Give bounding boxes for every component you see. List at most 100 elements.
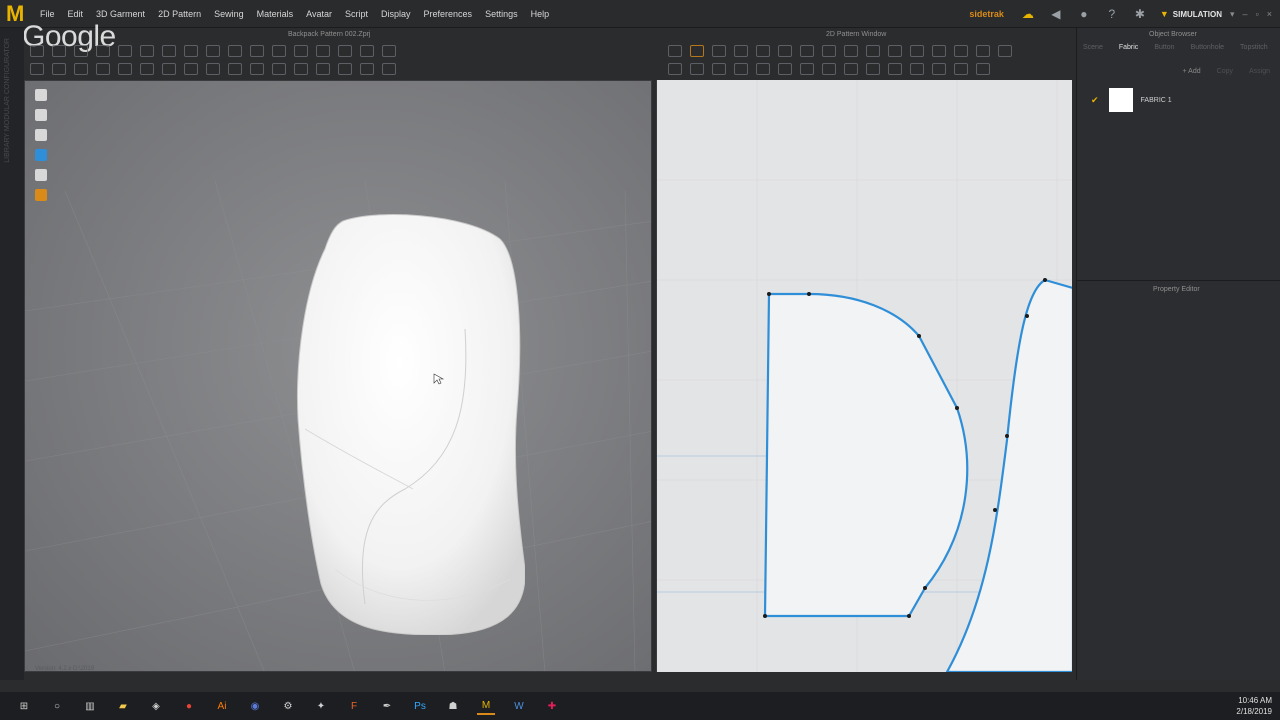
pin-icon[interactable] bbox=[96, 45, 110, 57]
menu-preferences[interactable]: Preferences bbox=[424, 9, 473, 19]
topstitch-icon[interactable] bbox=[778, 63, 792, 75]
seam-icon[interactable] bbox=[316, 63, 330, 75]
graphic-pattern-icon[interactable] bbox=[844, 63, 858, 75]
webex-icon[interactable]: W bbox=[510, 697, 528, 715]
menu-3d-garment[interactable]: 3D Garment bbox=[96, 9, 145, 19]
dart-icon[interactable] bbox=[272, 63, 286, 75]
curvature-icon[interactable] bbox=[756, 45, 770, 57]
puckering-icon[interactable] bbox=[294, 45, 308, 57]
tab-button[interactable]: Button bbox=[1154, 44, 1174, 51]
circle-icon[interactable] bbox=[206, 63, 220, 75]
body-view-icon[interactable] bbox=[35, 129, 47, 141]
avatar-view-icon[interactable] bbox=[35, 89, 47, 101]
rectangle-icon[interactable] bbox=[800, 45, 814, 57]
steam-icon[interactable] bbox=[140, 45, 154, 57]
app-icon-blue[interactable]: ◉ bbox=[246, 697, 264, 715]
pleat-icon[interactable] bbox=[888, 63, 902, 75]
polygon-icon[interactable] bbox=[778, 45, 792, 57]
internal-polygon-icon[interactable] bbox=[844, 45, 858, 57]
tab-buttonhole[interactable]: Buttonhole bbox=[1191, 44, 1224, 51]
align-icon[interactable] bbox=[360, 63, 374, 75]
flip-icon[interactable] bbox=[338, 63, 352, 75]
mode-dropdown-icon[interactable]: ▾ bbox=[1230, 9, 1235, 20]
shading-view-icon[interactable] bbox=[35, 169, 47, 181]
menu-file[interactable]: File bbox=[40, 9, 55, 19]
garment-view-icon[interactable] bbox=[35, 109, 47, 121]
add-fabric-button[interactable]: + Add bbox=[1183, 68, 1201, 75]
mode-selector[interactable]: SIMULATION bbox=[1173, 10, 1222, 19]
transform-icon[interactable] bbox=[52, 63, 66, 75]
marvelous-designer-icon[interactable]: M bbox=[477, 697, 495, 715]
tab-fabric[interactable]: Fabric bbox=[1119, 44, 1138, 51]
assign-fabric-button[interactable]: Assign bbox=[1249, 68, 1270, 75]
internal-rect-icon[interactable] bbox=[866, 45, 880, 57]
menu-avatar[interactable]: Avatar bbox=[306, 9, 332, 19]
help-icon[interactable]: ? bbox=[1104, 6, 1120, 22]
graphic-icon[interactable] bbox=[316, 45, 330, 57]
smooth-icon[interactable] bbox=[162, 63, 176, 75]
close-icon[interactable]: × bbox=[1267, 9, 1272, 19]
user-name[interactable]: sidetrak bbox=[969, 9, 1004, 19]
line-icon[interactable] bbox=[250, 63, 264, 75]
select-icon[interactable] bbox=[30, 45, 44, 57]
zipper-icon[interactable] bbox=[272, 45, 286, 57]
menu-display[interactable]: Display bbox=[381, 9, 411, 19]
avatar-icon[interactable] bbox=[35, 189, 47, 201]
file-explorer-icon[interactable]: ▰ bbox=[114, 697, 132, 715]
minimize-icon[interactable]: – bbox=[1243, 9, 1248, 19]
internal-circle-icon[interactable] bbox=[888, 45, 902, 57]
free-sew-icon[interactable] bbox=[690, 63, 704, 75]
tack-pattern-icon[interactable] bbox=[756, 63, 770, 75]
tack-icon[interactable] bbox=[118, 45, 132, 57]
copy-fabric-button[interactable]: Copy bbox=[1217, 68, 1233, 75]
arrangement-icon[interactable] bbox=[184, 63, 198, 75]
inkscape-icon[interactable]: ✒ bbox=[378, 697, 396, 715]
multi-sew-icon[interactable] bbox=[712, 63, 726, 75]
view2d-viewport[interactable] bbox=[656, 80, 1072, 672]
add-point-icon[interactable] bbox=[734, 45, 748, 57]
segment-icon[interactable] bbox=[140, 63, 154, 75]
texture-pattern-icon[interactable] bbox=[822, 63, 836, 75]
search-icon[interactable]: ○ bbox=[48, 697, 66, 715]
arrow-icon[interactable] bbox=[30, 63, 44, 75]
shirt-icon[interactable] bbox=[184, 45, 198, 57]
transform-pattern-icon[interactable] bbox=[690, 45, 704, 57]
texture-icon[interactable] bbox=[338, 45, 352, 57]
settings-icon[interactable]: ✱ bbox=[1132, 6, 1148, 22]
ruler-icon[interactable] bbox=[382, 45, 396, 57]
store-icon[interactable]: ◈ bbox=[147, 697, 165, 715]
texture-view-icon[interactable] bbox=[35, 149, 47, 161]
cloud-icon[interactable]: ☁ bbox=[1020, 6, 1036, 22]
pin-pattern-icon[interactable] bbox=[866, 63, 880, 75]
circle-pattern-icon[interactable] bbox=[822, 45, 836, 57]
menu-materials[interactable]: Materials bbox=[257, 9, 294, 19]
cut-icon[interactable] bbox=[118, 63, 132, 75]
edit-pattern-icon[interactable] bbox=[668, 45, 682, 57]
move-icon[interactable] bbox=[52, 45, 66, 57]
edit-curve-icon[interactable] bbox=[712, 45, 726, 57]
ruler-pattern-icon[interactable] bbox=[976, 63, 990, 75]
annotation-icon[interactable] bbox=[932, 63, 946, 75]
segment-sew-icon[interactable] bbox=[668, 63, 682, 75]
lasso-icon[interactable] bbox=[360, 45, 374, 57]
dart-pattern-icon[interactable] bbox=[910, 45, 924, 57]
maximize-icon[interactable]: ▫ bbox=[1256, 9, 1259, 19]
fabric-swatch[interactable] bbox=[1108, 88, 1133, 112]
app-icon-white[interactable]: ☗ bbox=[444, 697, 462, 715]
grid-pattern-icon[interactable] bbox=[998, 45, 1012, 57]
fold-icon[interactable] bbox=[74, 45, 88, 57]
button-icon[interactable] bbox=[250, 45, 264, 57]
photoshop-icon[interactable]: Ps bbox=[411, 697, 429, 715]
sew-icon[interactable] bbox=[206, 45, 220, 57]
menu-script[interactable]: Script bbox=[345, 9, 368, 19]
menu-settings[interactable]: Settings bbox=[485, 9, 518, 19]
app-icon-orange[interactable]: F bbox=[345, 697, 363, 715]
chrome-icon[interactable]: ● bbox=[180, 697, 198, 715]
menu-sewing[interactable]: Sewing bbox=[214, 9, 244, 19]
check-sew-icon[interactable] bbox=[734, 63, 748, 75]
menu-2d-pattern[interactable]: 2D Pattern bbox=[158, 9, 201, 19]
app-icon-grey[interactable]: ✦ bbox=[312, 697, 330, 715]
system-clock[interactable]: 10:46 AM 2/18/2019 bbox=[1236, 695, 1272, 717]
trace-pattern-icon[interactable] bbox=[932, 45, 946, 57]
notch-icon[interactable] bbox=[910, 63, 924, 75]
